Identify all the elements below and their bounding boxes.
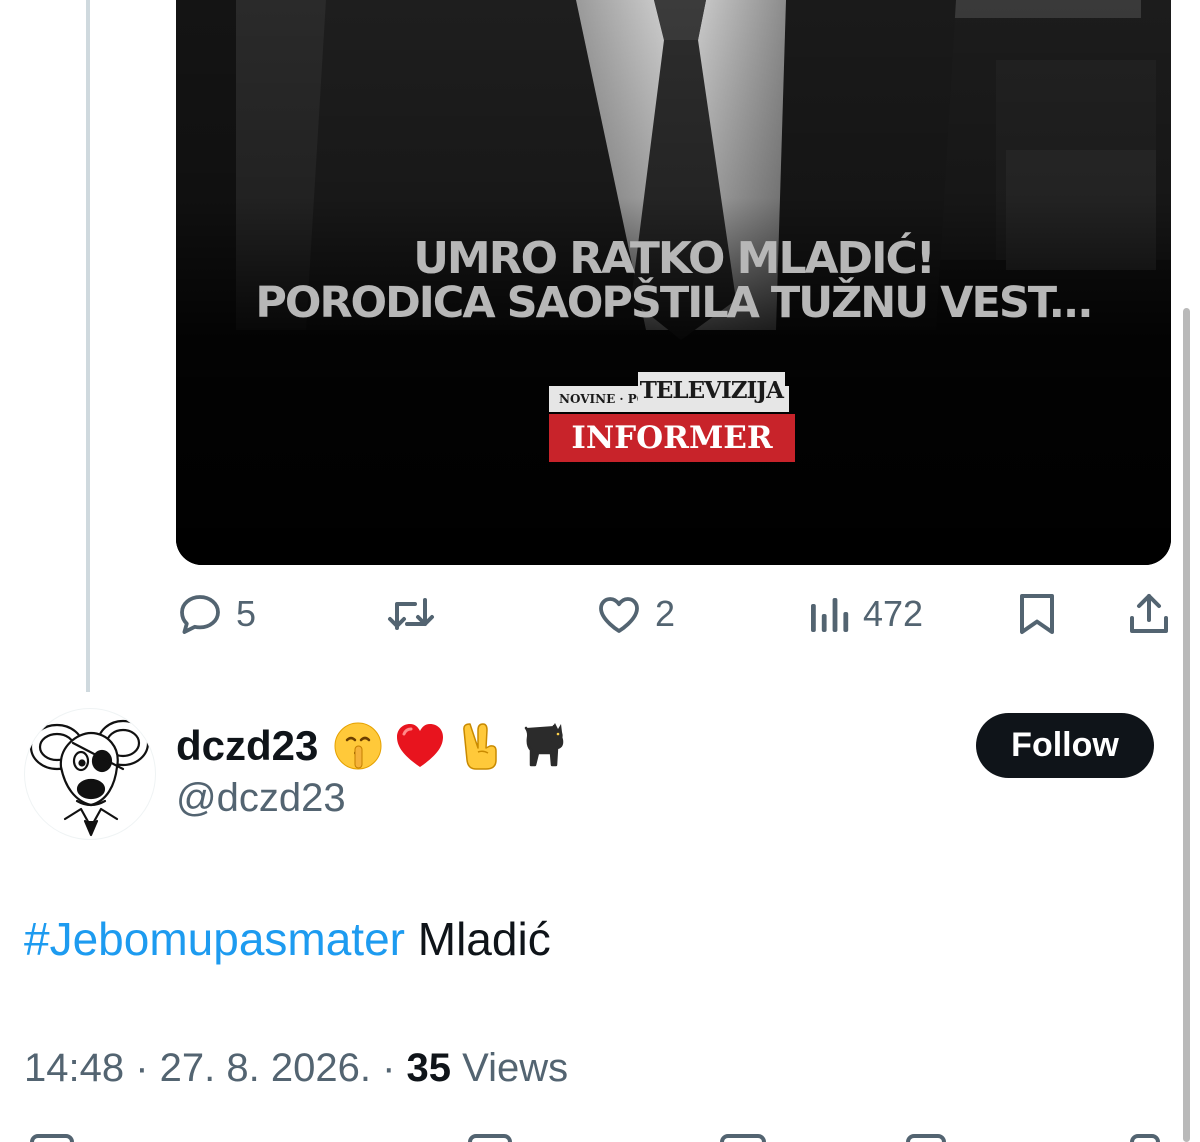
heart-icon[interactable]	[720, 1134, 766, 1142]
shushing-face-emoji	[332, 720, 384, 772]
like-count: 2	[655, 593, 676, 634]
bookmark-icon[interactable]	[906, 1134, 946, 1142]
tweet-date[interactable]: 27. 8. 2026.	[160, 1046, 371, 1090]
reply-count: 5	[236, 593, 257, 634]
author-display-name[interactable]: dczd23	[176, 716, 570, 776]
reply-button[interactable]: 5	[176, 588, 256, 640]
tweet-views-count[interactable]: 35	[407, 1046, 452, 1090]
bookmark-button[interactable]	[1016, 588, 1058, 640]
share-icon[interactable]	[1130, 1134, 1160, 1142]
retweet-icon[interactable]	[468, 1134, 512, 1142]
tweet-action-bar: 5 2 472	[0, 588, 1200, 640]
analytics-icon	[807, 590, 851, 638]
views-count: 472	[863, 593, 924, 634]
share-icon	[1127, 590, 1171, 638]
red-heart-emoji	[394, 720, 446, 772]
meta-separator: ·	[124, 1046, 160, 1090]
informer-logo-tagline: NOVINE · PORTAL · TELEVIZIJA	[549, 372, 789, 412]
tweet-meta: 14:48 · 27. 8. 2026. · 35 Views	[24, 1046, 568, 1091]
hashtag-link[interactable]: #Jebomupasmater	[24, 913, 405, 965]
author-handle[interactable]: @dczd23	[176, 776, 346, 821]
follow-button[interactable]: Follow	[976, 713, 1154, 778]
scrollbar[interactable]	[1183, 308, 1190, 1142]
reply-icon	[176, 590, 224, 638]
reply-icon[interactable]	[30, 1134, 74, 1142]
victory-hand-emoji	[456, 720, 508, 772]
media-headline: UMRO RATKO MLADIĆ! PORODICA SAOPŠTILA TU…	[176, 236, 1171, 326]
tweet-body-text: Mladić	[404, 913, 551, 965]
tweet-views-label: Views	[451, 1046, 569, 1090]
retweet-button[interactable]	[385, 588, 449, 640]
share-button[interactable]	[1127, 588, 1171, 640]
tweet-media-image[interactable]: UMRO RATKO MLADIĆ! PORODICA SAOPŠTILA TU…	[176, 0, 1171, 565]
headline-line-1: UMRO RATKO MLADIĆ!	[413, 233, 936, 284]
mouse-cartoon-avatar	[29, 719, 150, 837]
informer-logo-televizija: TELEVIZIJA	[637, 372, 785, 410]
bottom-action-bar-partial	[0, 1134, 1200, 1142]
tweet-detail-page: UMRO RATKO MLADIĆ! PORODICA SAOPŠTILA TU…	[0, 0, 1200, 1142]
informer-logo: NOVINE · PORTAL · TELEVIZIJA INFORMER	[549, 370, 795, 462]
views-button[interactable]: 472	[807, 588, 923, 640]
bookmark-icon	[1016, 590, 1058, 638]
like-button[interactable]: 2	[595, 588, 675, 640]
retweet-icon	[385, 590, 437, 638]
avatar[interactable]	[24, 708, 156, 840]
heart-icon	[595, 590, 643, 638]
tweet-time[interactable]: 14:48	[24, 1046, 124, 1090]
author-name-text: dczd23	[176, 722, 319, 769]
black-cat-emoji	[518, 720, 570, 772]
meta-separator: ·	[370, 1046, 407, 1090]
informer-logo-name: INFORMER	[549, 414, 795, 462]
tweet-text: #Jebomupasmater Mladić	[24, 912, 551, 966]
headline-line-2: PORODICA SAOPŠTILA TUŽNU VEST...	[255, 278, 1093, 328]
